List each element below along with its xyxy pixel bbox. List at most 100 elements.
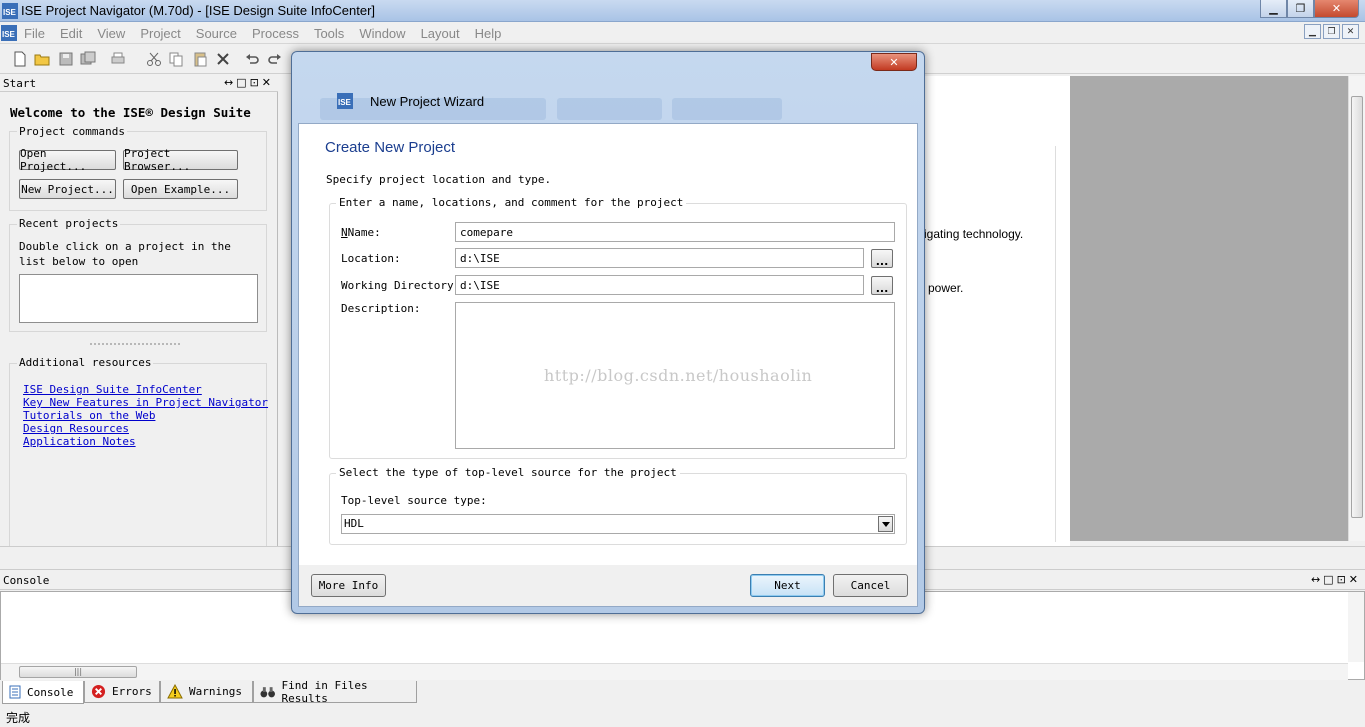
wizard-page: Create New Project Specify project locat… xyxy=(299,124,917,565)
restore-icon: ❐ xyxy=(1295,2,1306,15)
working-directory-field[interactable] xyxy=(455,275,864,295)
tab-console-label: Console xyxy=(27,685,74,699)
infocenter-content: igating technology. power. xyxy=(924,146,1056,542)
svg-text:ISE: ISE xyxy=(338,98,352,107)
menu-edit[interactable]: Edit xyxy=(60,26,82,41)
name-label: NName: xyxy=(341,226,381,239)
tab-console[interactable]: Console xyxy=(2,681,84,704)
console-horizontal-scrollbar[interactable]: ||| xyxy=(1,663,1348,680)
recent-projects-hint: Double click on a project in the list be… xyxy=(19,240,231,268)
start-panel: Start ↔□⊡✕ Welcome to the ISE® Design Su… xyxy=(0,76,278,568)
svg-text:ISE: ISE xyxy=(2,30,16,39)
link-new-features[interactable]: Key New Features in Project Navigator xyxy=(23,396,268,409)
link-tutorials[interactable]: Tutorials on the Web xyxy=(23,409,155,422)
recent-projects-list[interactable] xyxy=(19,274,258,323)
paste-icon[interactable] xyxy=(192,51,208,67)
tab-find-in-files[interactable]: Find in Files Results xyxy=(253,679,417,705)
menu-window[interactable]: Window xyxy=(359,26,405,41)
open-example-button[interactable]: Open Example... xyxy=(123,179,238,199)
copy-icon[interactable] xyxy=(168,51,184,67)
window-title: ISE Project Navigator (M.70d) - [ISE Des… xyxy=(21,3,376,18)
dialog-client-area: Create New Project Specify project locat… xyxy=(298,123,918,607)
status-text: 完成 xyxy=(6,711,31,725)
document-vertical-scrollbar[interactable] xyxy=(1348,76,1365,541)
menu-file[interactable]: File xyxy=(24,26,45,41)
working-directory-browse-button[interactable]: ... xyxy=(871,276,893,295)
menu-layout[interactable]: Layout xyxy=(421,26,460,41)
menu-help[interactable]: Help xyxy=(475,26,502,41)
menu-view[interactable]: View xyxy=(97,26,125,41)
warning-icon xyxy=(167,684,183,699)
cancel-button[interactable]: Cancel xyxy=(833,574,908,597)
new-file-icon[interactable] xyxy=(12,51,28,67)
cut-icon[interactable] xyxy=(146,51,162,67)
link-infocenter[interactable]: ISE Design Suite InfoCenter xyxy=(23,383,202,396)
close-icon: ✕ xyxy=(889,55,899,69)
console-vertical-scrollbar[interactable] xyxy=(1348,592,1364,662)
splitter-grip[interactable] xyxy=(90,343,180,345)
panel-controls[interactable]: ↔□⊡✕ xyxy=(224,76,274,89)
scroll-thumb[interactable] xyxy=(1351,96,1363,518)
next-button[interactable]: Next xyxy=(750,574,825,597)
tab-errors[interactable]: Errors xyxy=(84,681,160,703)
start-panel-title: Start xyxy=(3,77,37,90)
wizard-icon: ISE xyxy=(337,93,353,109)
save-icon[interactable] xyxy=(58,51,74,67)
description-label: Description: xyxy=(341,302,421,315)
top-level-source-type-select[interactable]: HDL xyxy=(341,514,895,534)
document-background xyxy=(1070,76,1348,541)
save-all-icon[interactable] xyxy=(80,51,96,67)
wizard-heading: Create New Project xyxy=(325,139,456,156)
new-project-button[interactable]: New Project... xyxy=(19,179,116,199)
tab-warnings-label: Warnings xyxy=(189,685,242,698)
menu-process[interactable]: Process xyxy=(252,26,299,41)
project-browser-button[interactable]: Project Browser... xyxy=(123,147,238,173)
console-panel-controls[interactable]: ↔□⊡✕ xyxy=(1311,573,1361,586)
dialog-close-button[interactable]: ✕ xyxy=(871,53,917,71)
console-title: Console xyxy=(3,574,50,587)
location-browse-button[interactable]: ... xyxy=(871,249,893,268)
status-bar: 完成 xyxy=(0,704,1365,727)
more-info-button[interactable]: More Info xyxy=(311,574,386,597)
undo-icon[interactable] xyxy=(244,51,260,67)
link-application-notes[interactable]: Application Notes xyxy=(23,435,136,448)
console-scroll-thumb[interactable]: ||| xyxy=(19,666,137,678)
welcome-heading: Welcome to the ISE® Design Suite xyxy=(10,105,251,120)
minimize-button[interactable]: ▁ xyxy=(1260,0,1287,18)
svg-text:ISE: ISE xyxy=(3,8,17,17)
link-design-resources[interactable]: Design Resources xyxy=(23,422,129,435)
ise-document-icon[interactable]: ISE xyxy=(1,25,17,41)
print-icon[interactable] xyxy=(110,51,126,67)
start-panel-header: Start ↔□⊡✕ xyxy=(0,76,278,92)
tab-warnings[interactable]: Warnings xyxy=(160,681,253,703)
error-icon xyxy=(91,684,106,699)
watermark-text: http://blog.csdn.net/houshaolin xyxy=(544,366,813,385)
open-folder-icon[interactable] xyxy=(34,51,50,67)
source-type-group xyxy=(329,473,907,545)
close-window-button[interactable]: ✕ xyxy=(1314,0,1359,18)
open-project-button[interactable]: Open Project... xyxy=(19,147,116,173)
close-icon: ✕ xyxy=(1331,2,1342,15)
menu-project[interactable]: Project xyxy=(140,26,180,41)
working-directory-label: Working Directory: xyxy=(341,279,461,292)
minimize-icon: ▁ xyxy=(1269,2,1278,15)
source-type-value: HDL xyxy=(344,517,364,530)
chevron-down-icon[interactable] xyxy=(878,516,893,532)
mdi-minimize-button[interactable]: ▁ xyxy=(1304,24,1321,39)
restore-button[interactable]: ❐ xyxy=(1287,0,1314,18)
mdi-restore-button[interactable]: ❐ xyxy=(1323,24,1340,39)
wizard-description: Specify project location and type. xyxy=(326,173,552,186)
additional-resources-title: Additional resources xyxy=(17,356,154,369)
doc-text-line2: power. xyxy=(928,281,964,295)
ise-app-icon: ISE xyxy=(2,3,18,19)
menu-tools[interactable]: Tools xyxy=(314,26,344,41)
redo-icon[interactable] xyxy=(267,51,283,67)
project-name-field[interactable] xyxy=(455,222,895,242)
menu-source[interactable]: Source xyxy=(196,26,237,41)
location-field[interactable] xyxy=(455,248,864,268)
delete-icon[interactable] xyxy=(215,51,231,67)
new-project-wizard-dialog: ISE New Project Wizard ✕ Create New Proj… xyxy=(291,51,925,614)
location-label: Location: xyxy=(341,252,401,265)
mdi-close-button[interactable]: ✕ xyxy=(1342,24,1359,39)
dialog-title: New Project Wizard xyxy=(370,94,485,109)
